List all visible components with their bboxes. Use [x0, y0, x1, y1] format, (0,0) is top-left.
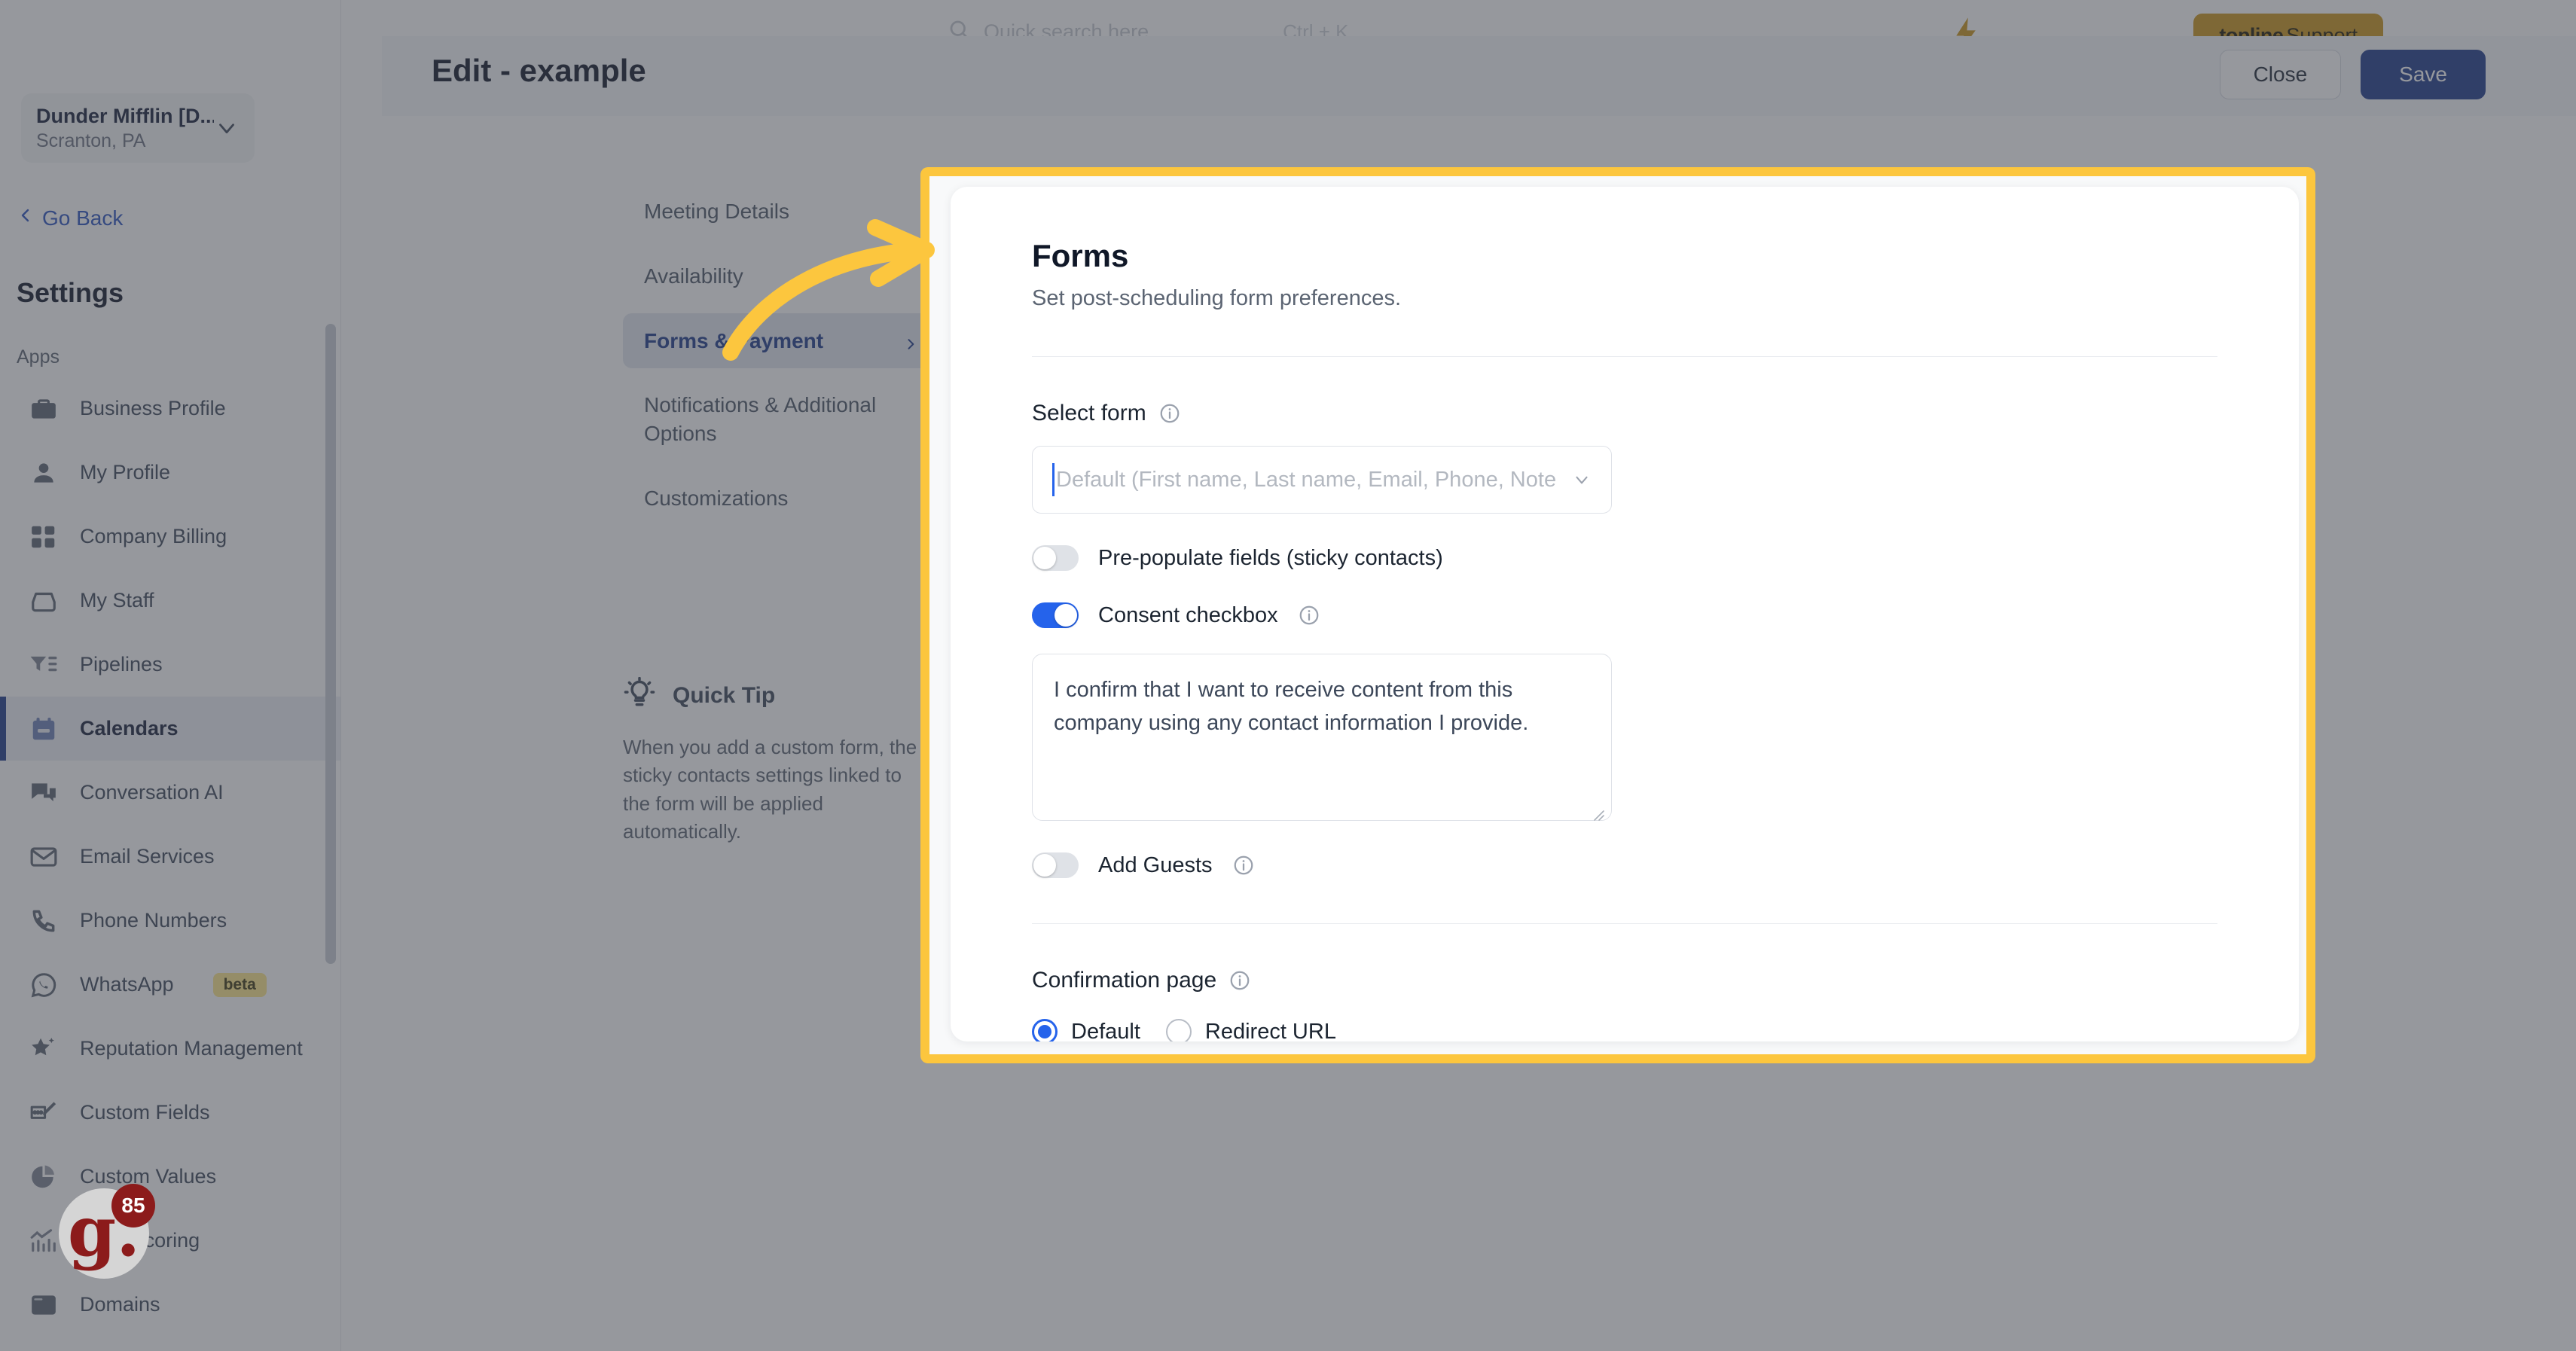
consent-row: Consent checkbox: [1032, 602, 2217, 628]
radio-dot: [1032, 1019, 1058, 1041]
consent-toggle[interactable]: [1032, 602, 1079, 628]
chevron-down-icon: [1572, 470, 1592, 489]
support-widget-button[interactable]: g. 85: [59, 1184, 155, 1279]
radio-redirect-url[interactable]: Redirect URL: [1165, 1019, 1336, 1042]
resize-handle[interactable]: [1589, 799, 1605, 821]
add-guests-toggle[interactable]: [1032, 852, 1079, 878]
prepopulate-label: Pre-populate fields (sticky contacts): [1098, 545, 1443, 570]
curved-arrow-icon: [700, 218, 942, 361]
select-form-placeholder: Default (First name, Last name, Email, P…: [1056, 467, 1557, 492]
consent-text-area[interactable]: I confirm that I want to receive content…: [1032, 654, 1612, 821]
confirmation-page-label: Confirmation page: [1032, 968, 1217, 993]
confirmation-page-options: Default Redirect URL: [1032, 1019, 2217, 1041]
forms-title: Forms: [1032, 238, 1129, 273]
section-divider: [1032, 356, 2217, 357]
info-icon[interactable]: [1158, 402, 1181, 425]
toggle-knob: [1055, 604, 1077, 627]
select-form-label-row: Select form: [1032, 401, 2217, 426]
consent-label: Consent checkbox: [1098, 602, 1278, 627]
forms-settings-card: Forms Set post-scheduling form preferenc…: [951, 187, 2299, 1041]
toggle-knob: [1033, 547, 1056, 569]
select-form-input[interactable]: Default (First name, Last name, Email, P…: [1032, 446, 1612, 514]
add-guests-row: Add Guests: [1032, 852, 2217, 878]
radio-label: Default: [1071, 1019, 1140, 1042]
toggle-knob: [1033, 854, 1056, 877]
section-divider-2: [1032, 923, 2217, 924]
confirmation-page-label-row: Confirmation page: [1032, 968, 2217, 993]
forms-card-inner: Forms Set post-scheduling form preferenc…: [951, 187, 2299, 1041]
info-icon[interactable]: [1298, 604, 1320, 627]
info-icon[interactable]: [1228, 969, 1251, 992]
widget-notification-count: 85: [111, 1184, 155, 1227]
text-cursor: [1052, 463, 1055, 496]
prepopulate-row: Pre-populate fields (sticky contacts): [1032, 545, 2217, 571]
add-guests-label: Add Guests: [1098, 852, 1213, 877]
screen-root: Dunder Mifflin [D... Scranton, PA Go Bac…: [0, 0, 2576, 1351]
select-form-label: Select form: [1032, 401, 1146, 425]
radio-dot: [1165, 1019, 1192, 1041]
prepopulate-toggle[interactable]: [1032, 545, 1079, 571]
radio-label: Redirect URL: [1204, 1019, 1336, 1042]
radio-default[interactable]: Default: [1032, 1019, 1140, 1041]
info-icon[interactable]: [1232, 854, 1255, 877]
consent-text-value: I confirm that I want to receive content…: [1054, 678, 1529, 735]
forms-subtitle: Set post-scheduling form preferences.: [1032, 286, 1402, 310]
